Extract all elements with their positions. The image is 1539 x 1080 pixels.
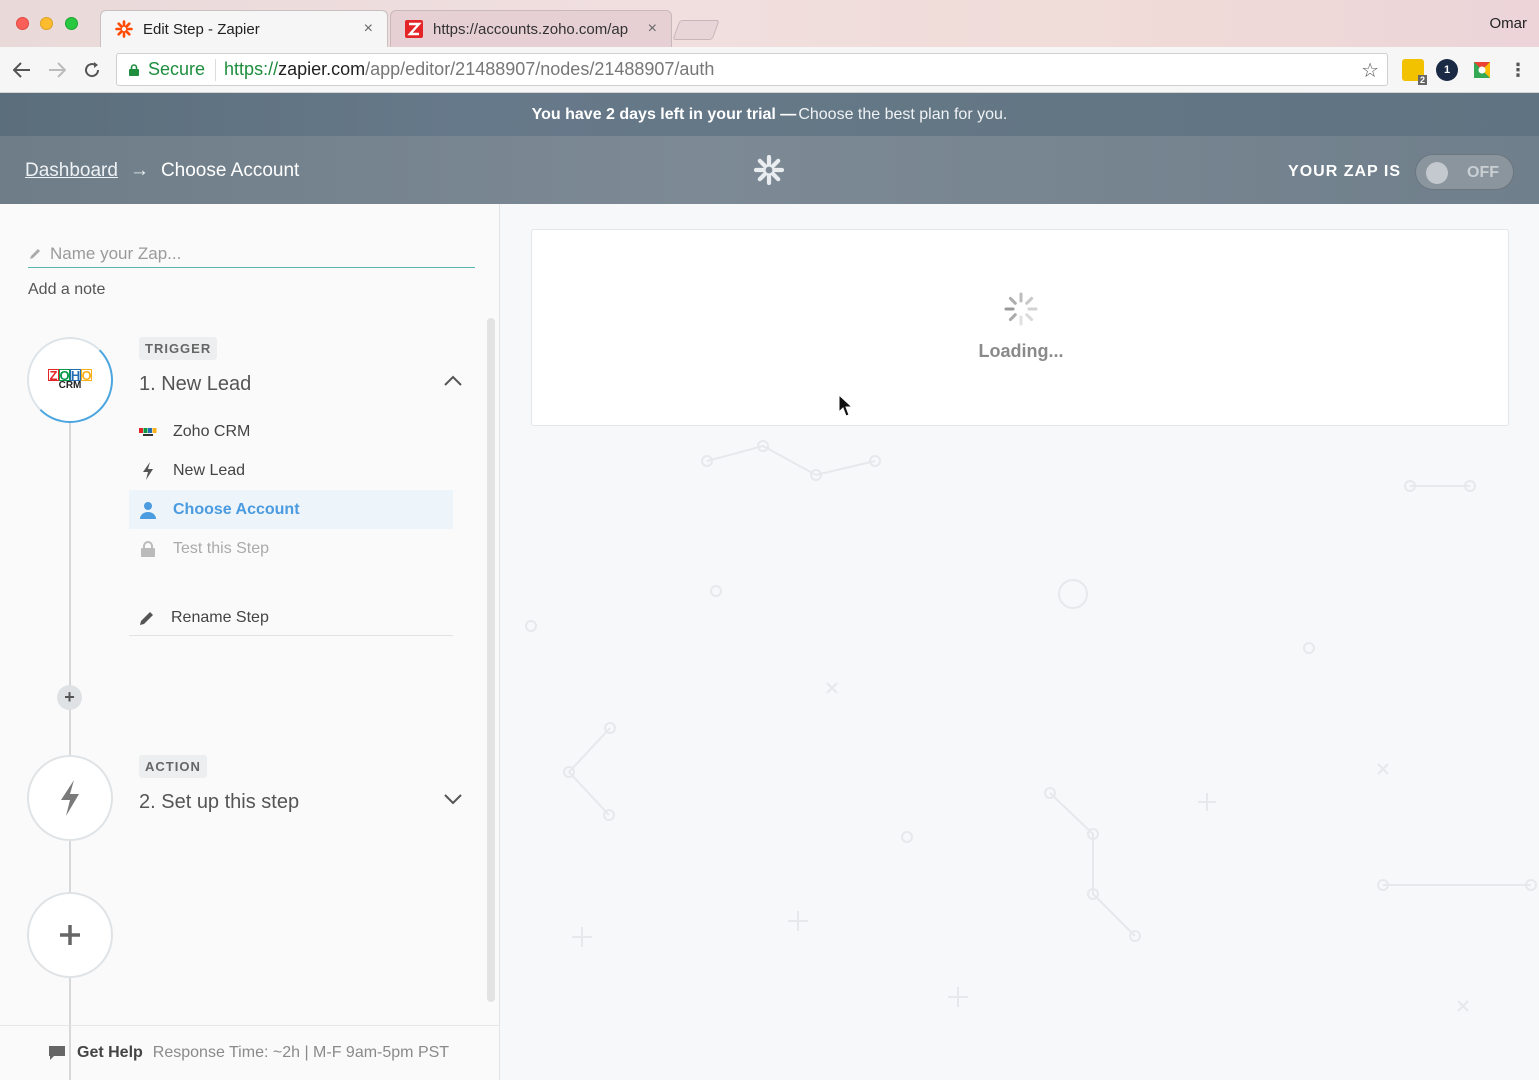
address-bar[interactable]: Secure https://zapier.com/app/editor/214…	[116, 53, 1388, 86]
get-help-bar[interactable]: Get Help Response Time: ~2h | M-F 9am-5p…	[0, 1025, 500, 1080]
tab-close-icon[interactable]: ×	[648, 20, 657, 38]
gmail-ext-icon[interactable]: 2	[1402, 59, 1427, 85]
zoho-favicon-icon	[405, 20, 423, 38]
tab-title: Edit Step - Zapier	[143, 20, 260, 38]
window-close-button[interactable]	[16, 17, 29, 30]
tab-zapier[interactable]: Edit Step - Zapier ×	[100, 10, 388, 47]
add-step-button[interactable]	[27, 892, 113, 978]
loading-spinner-icon	[1004, 292, 1038, 326]
reload-icon[interactable]	[78, 56, 106, 84]
lock-icon	[129, 63, 139, 76]
back-icon[interactable]	[8, 56, 36, 84]
loading-card: Loading...	[531, 229, 1509, 426]
action-badge: ACTION	[139, 755, 207, 778]
breadcrumb-current: Choose Account	[160, 160, 300, 181]
chevron-down-icon[interactable]	[443, 793, 463, 805]
action-step-icon[interactable]	[27, 755, 113, 841]
breadcrumb-dashboard-link[interactable]: Dashboard	[25, 160, 118, 182]
pencil-icon	[30, 248, 40, 259]
new-tab-button[interactable]	[672, 20, 720, 40]
window-zoom-button[interactable]	[65, 17, 78, 30]
zap-name-field[interactable]	[28, 240, 475, 268]
add-note-link[interactable]: Add a note	[28, 281, 105, 299]
trial-message: You have 2 days left in your trial —	[531, 105, 797, 123]
zoho-crm-logo-icon: Z O H O CRM	[48, 367, 92, 391]
zapier-favicon-icon	[115, 20, 133, 38]
mouse-cursor-icon	[838, 394, 854, 417]
zap-on-off-toggle[interactable]: OFF	[1415, 154, 1514, 190]
substep-label: Test this Step	[173, 539, 270, 557]
profile-name[interactable]: Omar	[1490, 15, 1528, 32]
chat-icon	[49, 1046, 65, 1060]
breadcrumb: Dashboard → Choose Account	[25, 160, 299, 182]
substep-test-step[interactable]: Test this Step	[129, 529, 453, 568]
substep-choose-trigger[interactable]: New Lead	[129, 451, 453, 490]
sidebar-scrollbar[interactable]	[487, 318, 495, 1002]
choose-plan-link[interactable]: Choose the best plan for you.	[798, 106, 1007, 124]
browser-toolbar: Secure https://zapier.com/app/editor/214…	[0, 47, 1539, 93]
zapier-logo-icon[interactable]	[754, 155, 784, 185]
chevron-up-icon[interactable]	[443, 375, 463, 387]
tab-zoho-accounts[interactable]: https://accounts.zoho.com/ap ×	[390, 10, 672, 47]
response-time-info: Response Time: ~2h | M-F 9am-5pm PST	[152, 1044, 450, 1061]
trigger-step-title[interactable]: 1. New Lead	[139, 373, 251, 396]
insert-step-button[interactable]: +	[57, 685, 82, 710]
onepassword-icon[interactable]: 1	[1436, 59, 1458, 81]
secure-label: Secure	[148, 59, 206, 79]
user-icon	[139, 501, 157, 519]
rename-step-link[interactable]: Rename Step	[129, 600, 453, 636]
toggle-state-label: OFF	[1467, 164, 1499, 181]
pencil-icon	[140, 611, 153, 625]
editor-sidebar: Add a note Z O H O CRM TRIGGER 1. New Le…	[0, 204, 500, 1080]
browser-tab-bar: Edit Step - Zapier × https://accounts.zo…	[0, 0, 1539, 47]
editor-main-panel: Loading...	[501, 204, 1539, 1080]
tab-close-icon[interactable]: ×	[364, 20, 373, 38]
drive-ext-icon[interactable]	[1471, 59, 1493, 81]
lock-icon	[139, 540, 157, 558]
bookmark-star-icon[interactable]: ☆	[1361, 58, 1379, 83]
timeline-connector	[69, 422, 71, 1080]
browser-menu-icon[interactable]: ⋮	[1507, 59, 1529, 81]
window-minimize-button[interactable]	[40, 17, 53, 30]
breadcrumb-arrow: →	[129, 160, 149, 181]
trial-banner: You have 2 days left in your trial — Cho…	[0, 93, 1539, 136]
tab-title: https://accounts.zoho.com/ap	[433, 20, 629, 38]
action-step-title[interactable]: 2. Set up this step	[139, 791, 299, 814]
substep-label: Zoho CRM	[173, 422, 251, 440]
plus-icon	[60, 925, 80, 945]
substep-label: Choose Account	[173, 500, 300, 518]
substep-choose-account[interactable]: Choose Account	[129, 490, 453, 529]
forward-icon[interactable]	[43, 56, 71, 84]
substep-label: New Lead	[173, 461, 246, 479]
zoho-icon	[139, 423, 157, 441]
trigger-badge: TRIGGER	[139, 337, 218, 360]
loading-text: Loading...	[978, 341, 1064, 361]
bolt-icon	[139, 461, 157, 480]
rename-step-label: Rename Step	[171, 608, 269, 626]
toggle-knob	[1426, 162, 1448, 184]
zap-state-label: YOUR ZAP IS	[1288, 163, 1401, 180]
zap-state: YOUR ZAP IS OFF	[1288, 154, 1514, 190]
bolt-icon	[61, 780, 79, 816]
url-text: https://zapier.com/app/editor/21488907/n…	[224, 59, 715, 79]
trigger-substeps: Zoho CRM New Lead Choose Account Test th…	[129, 412, 453, 568]
zap-name-input[interactable]	[50, 243, 450, 264]
secure-indicator[interactable]: Secure	[117, 58, 217, 81]
substep-choose-app[interactable]: Zoho CRM	[129, 412, 453, 451]
trigger-step-icon[interactable]: Z O H O CRM	[27, 337, 113, 423]
get-help-label: Get Help	[77, 1044, 143, 1061]
